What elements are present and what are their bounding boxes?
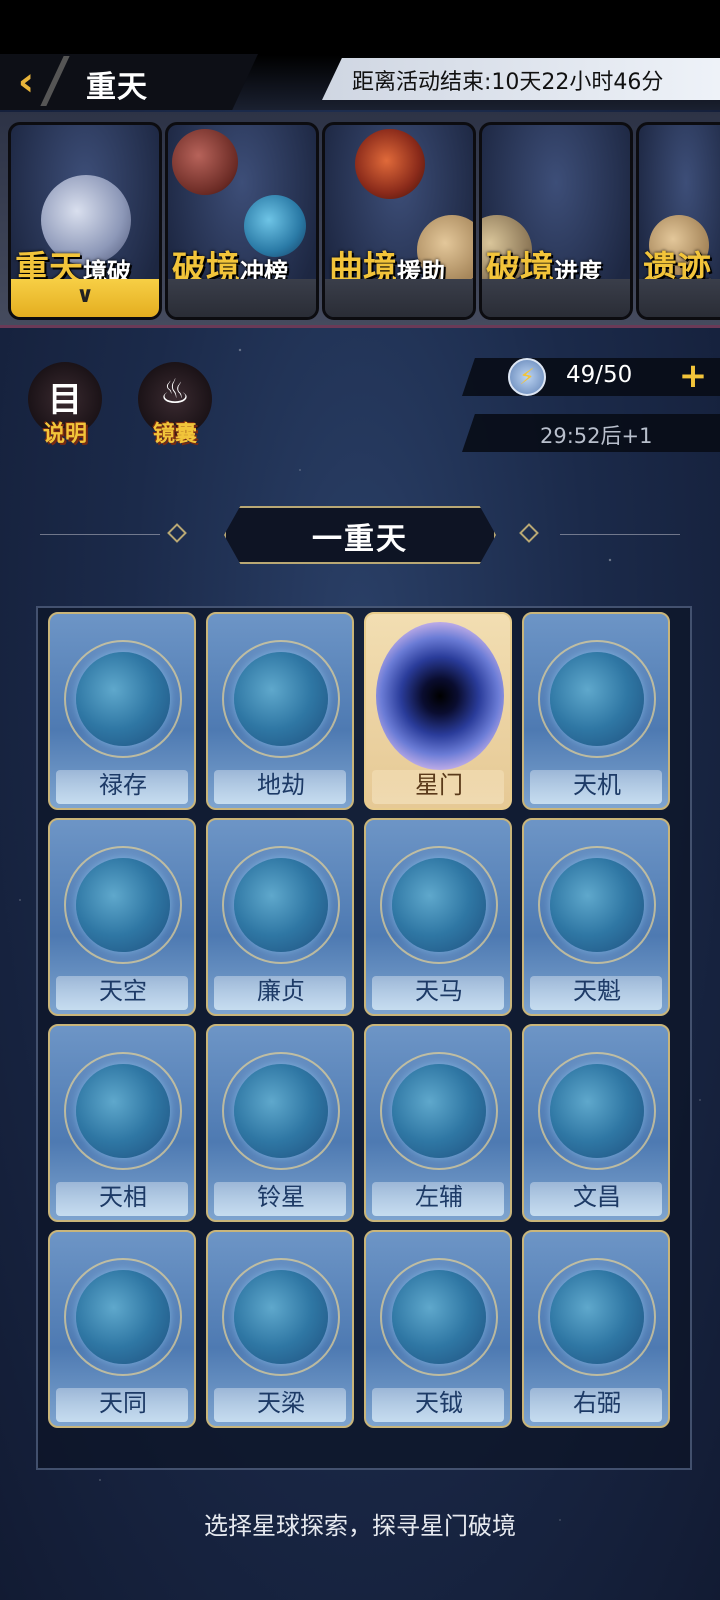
- diamond-ornament: [519, 523, 539, 543]
- planet-icon: [550, 1064, 644, 1158]
- planet-icon: [550, 1270, 644, 1364]
- planet-card[interactable]: 天相: [48, 1024, 196, 1222]
- tab-footer: [639, 279, 720, 317]
- lightning-icon: ⚡: [508, 358, 546, 396]
- planet-card[interactable]: 左辅: [364, 1024, 512, 1222]
- planet-name: 星门: [415, 771, 463, 799]
- planet-icon: [234, 1064, 328, 1158]
- tab-footer: [168, 279, 316, 317]
- diamond-ornament: [167, 523, 187, 543]
- planet-icon: [392, 858, 486, 952]
- planet-name: 铃星: [257, 1183, 305, 1211]
- bag-button[interactable]: ♨ 镜囊: [134, 362, 216, 452]
- planet-card[interactable]: 禄存: [48, 612, 196, 810]
- planet-icon: [76, 1064, 170, 1158]
- tab-pojing-jindu[interactable]: 破境进度: [479, 122, 633, 320]
- planet-name: 左辅: [415, 1183, 463, 1211]
- bag-label: 镜囊: [152, 422, 197, 447]
- planet-card[interactable]: 铃星: [206, 1024, 354, 1222]
- planet-card[interactable]: 文昌: [522, 1024, 670, 1222]
- planet-icon: [392, 1270, 486, 1364]
- planet-name: 天相: [99, 1183, 147, 1211]
- divider-line: [560, 534, 680, 535]
- planet-name: 廉贞: [257, 977, 305, 1005]
- planet-icon: [234, 652, 328, 746]
- planet-name: 天同: [99, 1389, 147, 1417]
- divider-line: [40, 534, 160, 535]
- page-title: 重天: [86, 70, 148, 105]
- hint-text: 选择星球探索，探寻星门破境: [204, 1512, 516, 1540]
- chevron-down-icon: ∨: [76, 283, 94, 308]
- planet-name: 天机: [573, 771, 621, 799]
- planet-image: [355, 129, 425, 199]
- planet-name: 天空: [99, 977, 147, 1005]
- planet-card[interactable]: 天钺: [364, 1230, 512, 1428]
- energy-value: 49/50: [566, 362, 633, 388]
- planet-name: 禄存: [99, 771, 147, 799]
- vortex-icon: [376, 622, 504, 770]
- book-icon: 目: [48, 380, 82, 420]
- chevron-left-icon: ‹: [17, 59, 35, 105]
- tab-pojing-chongbang[interactable]: 破境冲榜: [165, 122, 319, 320]
- section-title: 一重天: [312, 522, 408, 557]
- planet-card[interactable]: 天机: [522, 612, 670, 810]
- tab-footer: [325, 279, 473, 317]
- event-timer-text: 距离活动结束:10天22小时46分: [352, 70, 664, 95]
- planet-name: 文昌: [573, 1183, 621, 1211]
- planet-icon: [234, 1270, 328, 1364]
- planet-card[interactable]: 廉贞: [206, 818, 354, 1016]
- planet-card[interactable]: 天空: [48, 818, 196, 1016]
- info-label: 说明: [42, 422, 87, 447]
- tab-qujing-yuanzhu[interactable]: 曲境援助: [322, 122, 476, 320]
- planet-name: 天钺: [415, 1389, 463, 1417]
- regen-timer: 29:52后+1: [540, 424, 653, 448]
- planet-card[interactable]: 天同: [48, 1230, 196, 1428]
- info-button[interactable]: 目 说明: [24, 362, 106, 452]
- back-button[interactable]: ‹: [8, 59, 44, 105]
- planet-icon: [392, 1064, 486, 1158]
- tab-yiji[interactable]: 遗迹: [636, 122, 720, 320]
- planet-card[interactable]: 天梁: [206, 1230, 354, 1428]
- planet-name: 右弼: [573, 1389, 621, 1417]
- planet-card[interactable]: 右弼: [522, 1230, 670, 1428]
- planet-icon: [76, 858, 170, 952]
- planet-name: 天魁: [573, 977, 621, 1005]
- planet-card[interactable]: 天马: [364, 818, 512, 1016]
- tab-chongtian-jingpo[interactable]: 重天境破 ∨: [8, 122, 162, 320]
- add-energy-button[interactable]: +: [676, 359, 710, 394]
- planet-name: 天马: [415, 977, 463, 1005]
- planet-icon: [76, 652, 170, 746]
- plus-icon: +: [678, 356, 708, 396]
- planet-icon: [550, 858, 644, 952]
- planet-card[interactable]: 天魁: [522, 818, 670, 1016]
- planet-name: 地劫: [257, 771, 305, 799]
- planet-icon: [234, 858, 328, 952]
- planet-name: 天梁: [257, 1389, 305, 1417]
- tab-active-indicator: ∨: [11, 279, 159, 317]
- planet-icon: [550, 652, 644, 746]
- star-gate-card[interactable]: 星门: [364, 612, 512, 810]
- planet-card[interactable]: 地劫: [206, 612, 354, 810]
- tab-footer: [482, 279, 630, 317]
- planet-icon: [76, 1270, 170, 1364]
- planet-image: [172, 129, 238, 195]
- pouch-icon: ♨: [159, 372, 191, 412]
